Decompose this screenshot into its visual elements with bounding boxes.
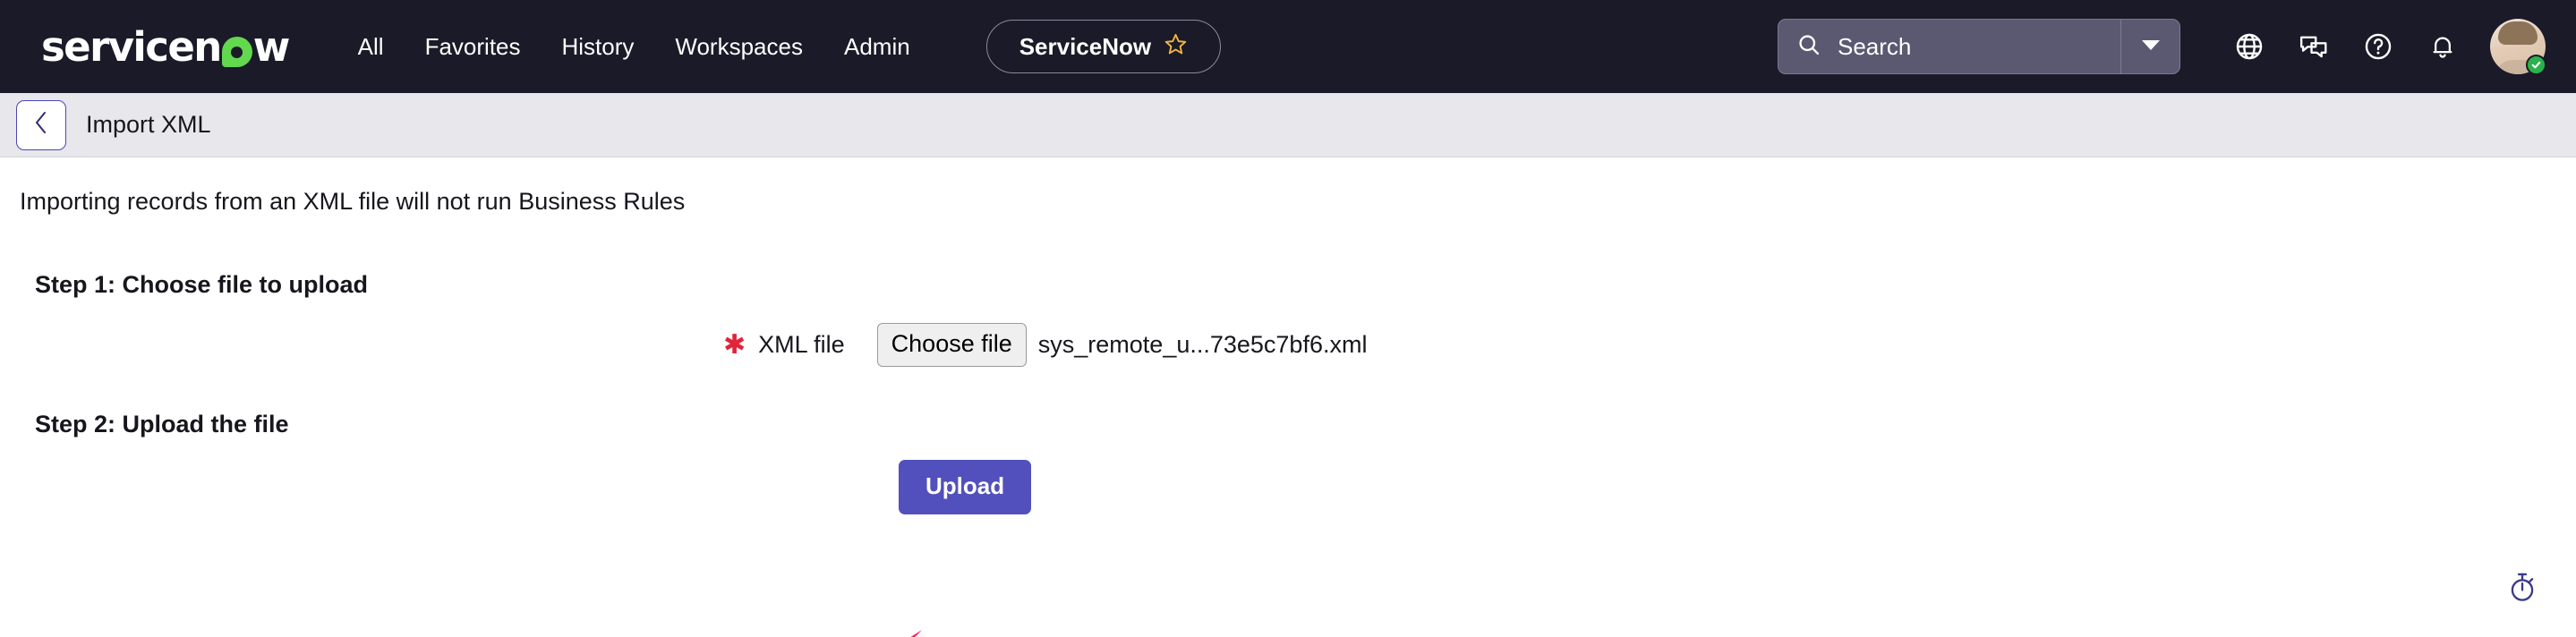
global-search[interactable]: Search — [1778, 19, 2180, 74]
current-app-pill[interactable]: ServiceNow — [986, 20, 1221, 73]
step-1-heading: Step 1: Choose file to upload — [35, 271, 2556, 299]
stopwatch-icon[interactable] — [2503, 567, 2542, 607]
main-content: Importing records from an XML file will … — [0, 157, 2576, 637]
nav-link-history[interactable]: History — [542, 24, 655, 70]
logo-text-before: servicen — [41, 23, 221, 71]
star-icon[interactable] — [1164, 32, 1188, 61]
nav-link-favorites[interactable]: Favorites — [405, 24, 542, 70]
nav-link-admin[interactable]: Admin — [823, 24, 931, 70]
help-icon[interactable] — [2350, 19, 2406, 74]
upload-button[interactable]: Upload — [899, 460, 1031, 514]
logo-text-after: w — [253, 23, 289, 71]
chevron-down-icon — [2141, 38, 2161, 55]
xml-file-label: XML file — [758, 331, 845, 359]
search-scope-dropdown[interactable] — [2120, 20, 2179, 73]
servicenow-logo[interactable]: servicen w — [41, 23, 289, 71]
globe-icon[interactable] — [2222, 19, 2277, 74]
chosen-file-name: sys_remote_u...73e5c7bf6.xml — [1038, 331, 1368, 359]
current-app-label: ServiceNow — [1019, 33, 1151, 61]
required-asterisk-icon: ✱ — [723, 332, 746, 359]
chevron-left-icon — [31, 109, 51, 140]
nav-link-workspaces[interactable]: Workspaces — [654, 24, 823, 70]
upload-button-row: Upload — [20, 460, 2556, 514]
avatar[interactable] — [2490, 19, 2546, 74]
back-button[interactable] — [16, 100, 66, 150]
logo-o-mark — [222, 37, 252, 67]
choose-file-button[interactable]: Choose file — [877, 323, 1027, 367]
nav-link-all[interactable]: All — [337, 24, 405, 70]
page-title: Import XML — [86, 111, 211, 139]
search-placeholder: Search — [1838, 33, 1911, 61]
chat-icon[interactable] — [2286, 19, 2341, 74]
xml-file-field-row: ✱ XML file Choose file sys_remote_u...73… — [20, 323, 2556, 367]
top-navigation-bar: servicen w All Favorites History Workspa… — [0, 0, 2576, 93]
search-icon — [1796, 32, 1821, 62]
bell-icon[interactable] — [2415, 19, 2470, 74]
presence-online-badge — [2526, 55, 2546, 75]
breadcrumb: Import XML — [0, 93, 2576, 157]
step-2-heading: Step 2: Upload the file — [35, 411, 2556, 438]
search-input[interactable]: Search — [1778, 20, 2120, 73]
cursor-arrow-annotation — [822, 623, 956, 637]
business-rules-notice: Importing records from an XML file will … — [20, 157, 2556, 216]
